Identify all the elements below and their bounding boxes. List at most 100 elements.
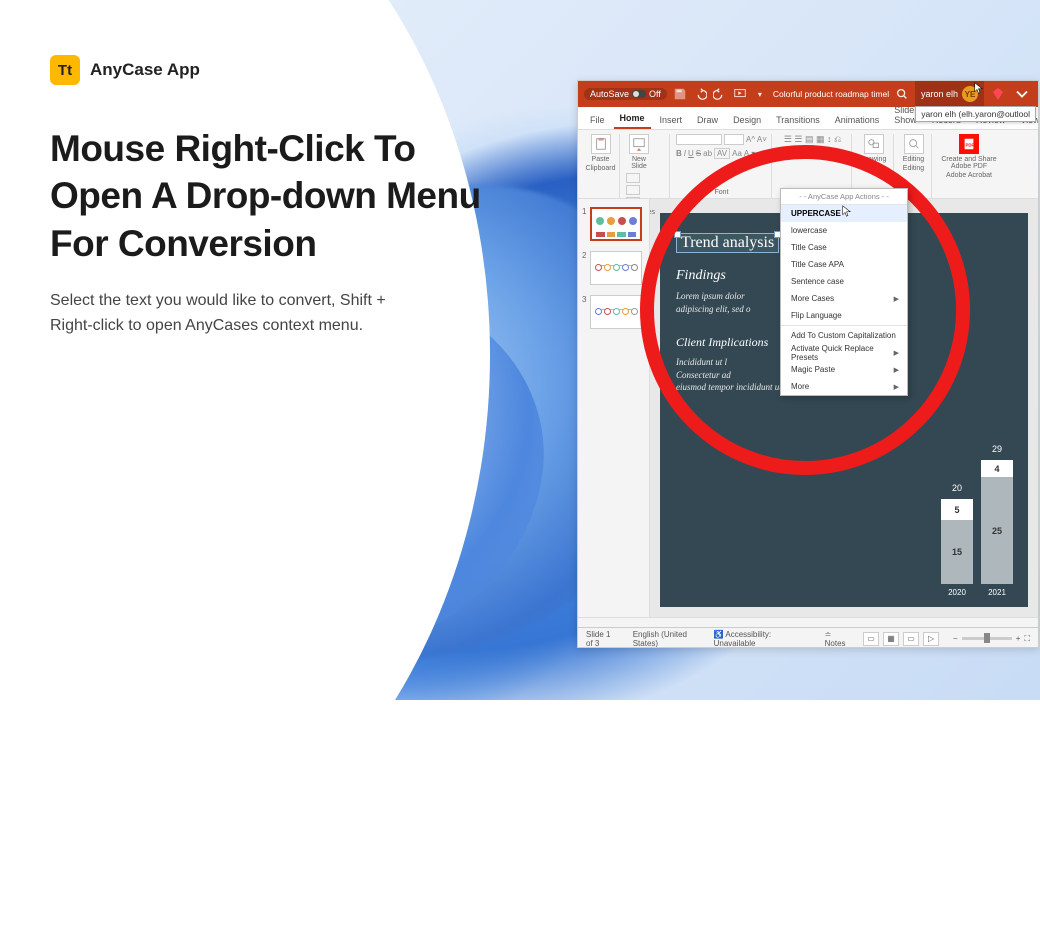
- brand-logo: Tt: [50, 55, 80, 85]
- ribbon-group-slides: New Slide Slides: [622, 134, 670, 198]
- undo-icon[interactable]: [693, 87, 707, 101]
- editing-group-label: Editing: [903, 163, 924, 172]
- zoom-in-icon[interactable]: +: [1016, 634, 1021, 643]
- font-group-label: Font: [714, 187, 728, 196]
- user-tooltip: yaron elh (elh.yaron@outlool: [915, 106, 1036, 122]
- zoom-out-icon[interactable]: −: [953, 634, 958, 643]
- find-icon: [904, 134, 924, 154]
- tab-insert[interactable]: Insert: [654, 111, 689, 129]
- new-slide-label: New Slide: [626, 156, 652, 170]
- autosave-label: AutoSave: [590, 89, 629, 99]
- layout-icon[interactable]: [626, 173, 640, 183]
- thumbnail-pane[interactable]: 1 2 3: [578, 199, 650, 617]
- toggle-switch-icon[interactable]: [632, 90, 646, 98]
- editing-button[interactable]: Editing: [901, 134, 927, 163]
- reading-view-icon[interactable]: ▭: [903, 632, 919, 646]
- headline: Mouse Right-Click To Open A Drop-down Me…: [50, 125, 490, 267]
- slide-thumb-1[interactable]: 1: [582, 207, 645, 241]
- context-menu-item[interactable]: Sentence case: [781, 273, 907, 290]
- bar-year-1: 2020: [941, 584, 973, 597]
- paste-label: Paste: [592, 156, 610, 163]
- autosave-state: Off: [649, 89, 661, 99]
- drawing-label: Drawing: [861, 156, 887, 163]
- ribbon-group-clipboard: Paste Clipboard: [582, 134, 620, 198]
- slide-thumb-2[interactable]: 2: [582, 251, 645, 285]
- bar-total-1: 20: [941, 483, 973, 493]
- slide-thumb-3[interactable]: 3: [582, 295, 645, 329]
- normal-view-icon[interactable]: ▭: [863, 632, 879, 646]
- user-name: yaron elh: [921, 89, 958, 99]
- overflow-icon[interactable]: [1012, 84, 1032, 104]
- ruby-icon[interactable]: [990, 86, 1006, 102]
- context-menu-item[interactable]: Magic Paste▶: [781, 361, 907, 378]
- context-menu-item[interactable]: More▶: [781, 378, 907, 395]
- context-menu-item[interactable]: lowercase: [781, 222, 907, 239]
- accessibility-status[interactable]: ♿ Accessibility: Unavailable: [714, 630, 797, 648]
- reset-icon[interactable]: [626, 185, 640, 195]
- submenu-arrow-icon: ▶: [894, 366, 899, 374]
- shapes-icon: [864, 134, 884, 154]
- bar-year-2: 2021: [981, 584, 1013, 597]
- adobe-group-label: Adobe Acrobat: [946, 170, 992, 179]
- thumb-num-3: 3: [582, 295, 586, 329]
- chart-bar-2021: 25 4 29: [981, 460, 1013, 584]
- zoom-control[interactable]: − + ⛶: [953, 634, 1030, 644]
- drawing-group-label: Drawing: [861, 163, 887, 172]
- font-size-select[interactable]: [724, 134, 744, 145]
- language-status[interactable]: English (United States): [633, 630, 700, 648]
- clipboard-group-label: Clipboard: [586, 163, 616, 172]
- slide-chart: 15 5 20 2020 25 4 29 2021: [941, 460, 1026, 597]
- submenu-arrow-icon: ▶: [894, 349, 899, 357]
- titlebar: AutoSave Off ▾ Colorful product roadmap …: [578, 81, 1038, 107]
- svg-text:PDF: PDF: [966, 143, 975, 148]
- present-icon[interactable]: [733, 87, 747, 101]
- context-menu-item[interactable]: Add To Custom Capitalization: [781, 327, 907, 344]
- document-title: Colorful product roadmap timeline - Powe…: [773, 89, 889, 99]
- context-menu-item[interactable]: More Cases▶: [781, 290, 907, 307]
- ribbon-group-font: A^ A˅ B I U S ab AV Aa A▾ Font: [672, 134, 772, 198]
- context-menu-item[interactable]: Flip Language: [781, 307, 907, 324]
- brand-name: AnyCase App: [90, 60, 200, 80]
- tab-design[interactable]: Design: [727, 111, 767, 129]
- thumb-num-2: 2: [582, 251, 586, 285]
- pdf-icon: PDF: [959, 134, 979, 154]
- adobe-pdf-button[interactable]: PDF Create and Share Adobe PDF: [939, 134, 999, 170]
- slide-counter: Slide 1 of 3: [586, 630, 619, 648]
- subtext: Select the text you would like to conver…: [50, 289, 410, 339]
- zoom-slider[interactable]: [962, 637, 1012, 640]
- submenu-arrow-icon: ▶: [894, 383, 899, 391]
- thumb-num-1: 1: [582, 207, 586, 241]
- new-slide-button[interactable]: New Slide: [626, 134, 652, 170]
- context-menu-item[interactable]: Title Case APA: [781, 256, 907, 273]
- clipboard-icon: [591, 134, 611, 154]
- slideshow-view-icon[interactable]: ▷: [923, 632, 939, 646]
- bar-seg-2a: 25: [981, 477, 1013, 584]
- bar-seg-2b: 4: [981, 460, 1013, 477]
- context-menu-item[interactable]: Title Case: [781, 239, 907, 256]
- cursor-icon: [842, 205, 854, 217]
- tab-draw[interactable]: Draw: [691, 111, 724, 129]
- redo-icon[interactable]: [713, 87, 727, 101]
- qat-customize-icon[interactable]: ▾: [753, 87, 767, 101]
- submenu-arrow-icon: ▶: [894, 295, 899, 303]
- sorter-view-icon[interactable]: ▦: [883, 632, 899, 646]
- font-family-select[interactable]: [676, 134, 722, 145]
- search-icon[interactable]: [895, 87, 909, 101]
- tab-animations[interactable]: Animations: [829, 111, 886, 129]
- selected-text-box[interactable]: Trend analysis: [676, 233, 779, 253]
- save-icon[interactable]: [673, 87, 687, 101]
- paste-button[interactable]: Paste: [588, 134, 614, 163]
- fit-window-icon[interactable]: ⛶: [1024, 634, 1030, 644]
- tab-file[interactable]: File: [584, 111, 611, 129]
- view-buttons: ▭ ▦ ▭ ▷: [863, 632, 939, 646]
- tab-transitions[interactable]: Transitions: [770, 111, 826, 129]
- titlebar-cursor-icon: [974, 82, 986, 94]
- autosave-toggle[interactable]: AutoSave Off: [584, 88, 667, 100]
- context-menu-header: - - AnyCase App Actions - -: [781, 189, 907, 205]
- notes-button[interactable]: ≐ Notes: [825, 630, 849, 648]
- anycase-context-menu: - - AnyCase App Actions - - UPPERCASElow…: [780, 188, 908, 396]
- context-menu-item[interactable]: Activate Quick Replace Presets▶: [781, 344, 907, 361]
- bar-seg-1a: 15: [941, 520, 973, 584]
- tab-home[interactable]: Home: [614, 109, 651, 129]
- drawing-button[interactable]: Drawing: [861, 134, 887, 163]
